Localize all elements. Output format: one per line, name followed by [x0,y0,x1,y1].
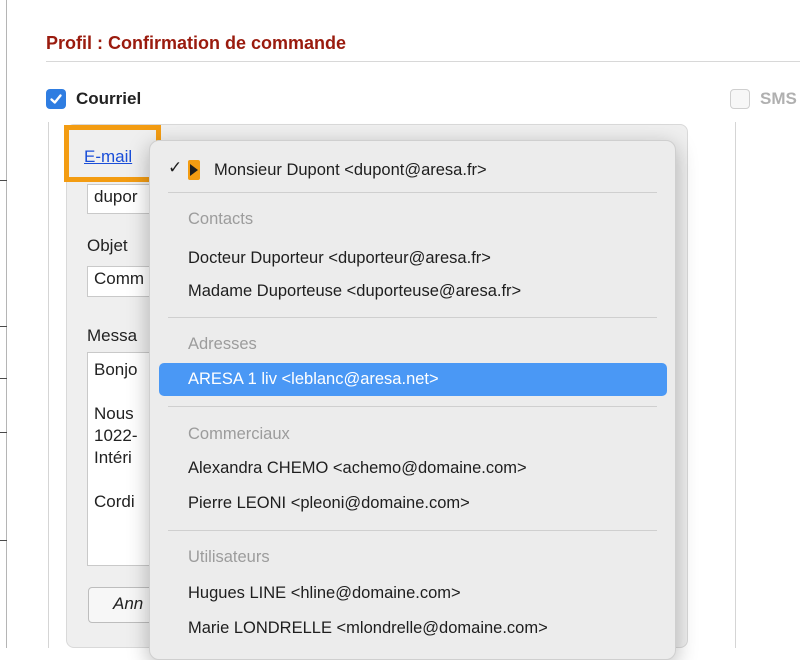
edge-tick [0,378,7,379]
objet-field[interactable]: Comm [87,266,157,297]
page-title: Profil : Confirmation de commande [46,33,347,53]
menu-item[interactable]: Marie LONDRELLE <mlondrelle@domaine.com> [159,612,667,645]
sms-label: SMS [760,89,797,108]
message-label: Messa [87,326,138,345]
objet-label: Objet [87,236,128,255]
menu-separator [168,406,657,407]
checkbox-checked-icon[interactable] [46,89,66,109]
edge-tick [0,540,7,541]
panel-divider [735,122,736,648]
checkbox-unchecked-icon[interactable] [730,89,750,109]
edge-tick [0,180,7,181]
menu-section-header: Contacts [188,210,254,228]
panel-divider [48,122,49,648]
sms-toggle[interactable]: SMS [730,89,797,109]
menu-separator [168,192,657,193]
menu-separator [168,530,657,531]
left-border [6,0,7,648]
courriel-toggle[interactable]: Courriel [46,89,141,109]
menu-item-selected[interactable]: ARESA 1 liv <leblanc@aresa.net> [159,363,667,396]
menu-separator [168,317,657,318]
email-field[interactable]: dupor [87,184,157,214]
menu-item-current[interactable]: Monsieur Dupont <dupont@aresa.fr> [159,154,667,187]
menu-section-header: Commerciaux [188,425,290,443]
courriel-label: Courriel [76,89,142,108]
edge-tick [0,326,7,327]
menu-section-header: Adresses [188,335,257,353]
menu-section-header: Utilisateurs [188,548,270,566]
menu-item[interactable]: Hugues LINE <hline@domaine.com> [159,577,667,610]
focus-highlight [64,125,161,182]
recipient-popup-menu: ✓ Monsieur Dupont <dupont@aresa.fr> Cont… [149,140,676,660]
menu-item[interactable]: Docteur Duporteur <duporteur@aresa.fr> [159,242,667,275]
menu-item[interactable]: Pierre LEONI <pleoni@domaine.com> [159,487,667,520]
title-divider [46,61,800,62]
edge-tick [0,432,7,433]
menu-item[interactable]: Madame Duporteuse <duporteuse@aresa.fr> [159,275,667,308]
menu-item[interactable]: Alexandra CHEMO <achemo@domaine.com> [159,452,667,485]
